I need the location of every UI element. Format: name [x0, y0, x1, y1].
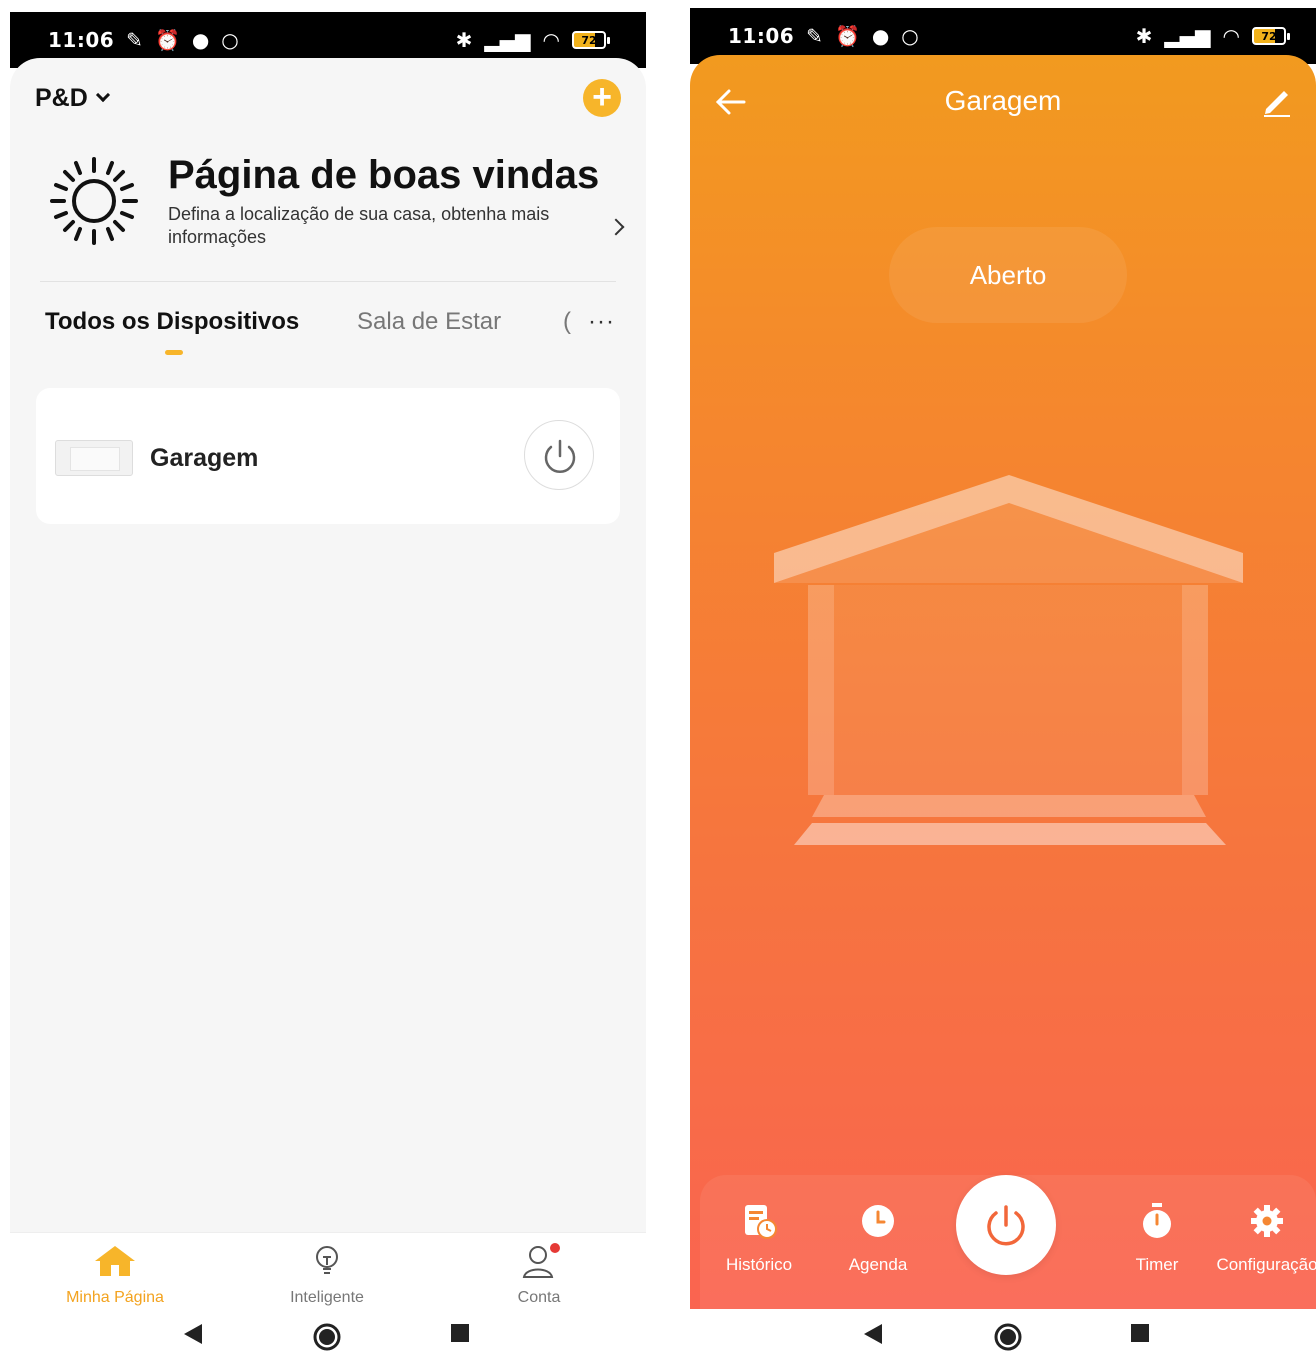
device-screen: 11:06 ✎ ⏰ ● ○ ✱ ▂▄▆ ◠ 72 Garagem Aberto [690, 0, 1316, 1360]
bottom-nav: Minha Página Inteligente Conta [10, 1232, 646, 1312]
alarm-icon: ⏰ [834, 24, 860, 48]
tab-all-devices[interactable]: Todos os Dispositivos [45, 308, 299, 336]
control-label: Agenda [848, 1255, 908, 1274]
status-time: 11:06 [728, 24, 795, 48]
mute-icon: ✎ [806, 24, 823, 48]
device-header: Garagem [690, 83, 1316, 123]
divider [40, 281, 616, 282]
chevron-down-icon [95, 87, 110, 103]
nav-label: Minha Página [66, 1289, 164, 1306]
lightbulb-icon [316, 1246, 338, 1274]
back-icon[interactable] [182, 1322, 204, 1346]
device-app: Garagem Aberto Histórico Agenda Timer Co… [690, 55, 1316, 1309]
room-tabs: Todos os Dispositivos Sala de Estar ( ··… [45, 308, 621, 368]
power-icon [987, 1205, 1025, 1246]
welcome-banner[interactable]: Página de boas vindas Defina a localizaç… [48, 153, 626, 263]
user-icon [522, 1243, 560, 1278]
power-icon [544, 439, 576, 473]
history-icon [745, 1205, 777, 1239]
more-tabs-icon[interactable]: ··· [588, 308, 615, 336]
nav-conta[interactable]: Conta [459, 1243, 619, 1307]
spotify-icon: ● [191, 28, 210, 52]
edit-icon[interactable] [1260, 83, 1294, 117]
system-nav-bar [0, 1312, 656, 1360]
back-icon[interactable] [862, 1322, 884, 1346]
system-nav-bar [690, 1312, 1316, 1360]
mute-icon: ✎ [126, 28, 143, 52]
recents-icon[interactable] [1129, 1322, 1151, 1344]
wifi-icon: ◠ [1222, 24, 1240, 48]
gear-icon [1251, 1205, 1283, 1237]
bluetooth-icon: ✱ [1135, 24, 1153, 48]
device-controls: Histórico Agenda Timer Configuração [700, 1175, 1316, 1309]
device-title: Garagem [944, 85, 1062, 116]
tab-sala-de-estar[interactable]: Sala de Estar [357, 308, 501, 336]
tab-partial[interactable]: ( [563, 308, 571, 336]
home-header: P&D + [35, 78, 621, 118]
status-time: 11:06 [48, 28, 115, 52]
signal-icon: ▂▄▆ [484, 28, 531, 52]
home-icon [95, 1246, 135, 1276]
device-state-badge: Aberto [889, 227, 1127, 323]
add-device-button[interactable]: + [583, 79, 621, 117]
nav-inteligente[interactable]: Inteligente [247, 1243, 407, 1307]
control-label: Configuração [1216, 1255, 1316, 1274]
signal-icon: ▂▄▆ [1164, 24, 1211, 48]
battery-icon: 72 [572, 31, 610, 49]
alarm-icon: ⏰ [154, 28, 180, 52]
spotify-icon: ● [871, 24, 890, 48]
device-image [55, 440, 133, 476]
sun-icon [50, 157, 138, 245]
circle-icon: ○ [221, 28, 239, 52]
bluetooth-icon: ✱ [455, 28, 473, 52]
device-name: Garagem [150, 444, 259, 472]
garage-illustration [774, 475, 1243, 845]
nav-label: Inteligente [290, 1289, 364, 1306]
home-selector[interactable]: P&D [35, 83, 110, 113]
home-circle-icon[interactable] [312, 1322, 342, 1352]
active-tab-indicator [165, 350, 183, 355]
chevron-right-icon [607, 218, 625, 236]
circle-icon: ○ [901, 24, 919, 48]
stopwatch-icon [1143, 1203, 1171, 1238]
home-app: P&D + Página de boas vindas Defina a loc… [10, 58, 646, 1312]
battery-icon: 72 [1252, 27, 1290, 45]
nav-minha-pagina[interactable]: Minha Página [35, 1243, 195, 1307]
welcome-subtitle: Defina a localização de sua casa, obtenh… [168, 204, 550, 247]
home-screen: 11:06 ✎ ⏰ ● ○ ✱ ▂▄▆ ◠ 72 P&D + Página de… [0, 0, 656, 1360]
device-card[interactable]: Garagem [36, 388, 620, 524]
wifi-icon: ◠ [542, 28, 560, 52]
nav-label: Conta [517, 1289, 561, 1306]
device-power-button[interactable] [524, 420, 594, 490]
home-circle-icon[interactable] [993, 1322, 1023, 1352]
configuracao-button[interactable]: Configuração [1197, 1201, 1316, 1275]
recents-icon[interactable] [449, 1322, 471, 1344]
welcome-title: Página de boas vindas [168, 153, 600, 197]
main-power-button[interactable] [956, 1175, 1056, 1275]
clock-icon [862, 1205, 894, 1237]
agenda-button[interactable]: Agenda [808, 1201, 948, 1275]
home-name-label: P&D [35, 83, 88, 112]
